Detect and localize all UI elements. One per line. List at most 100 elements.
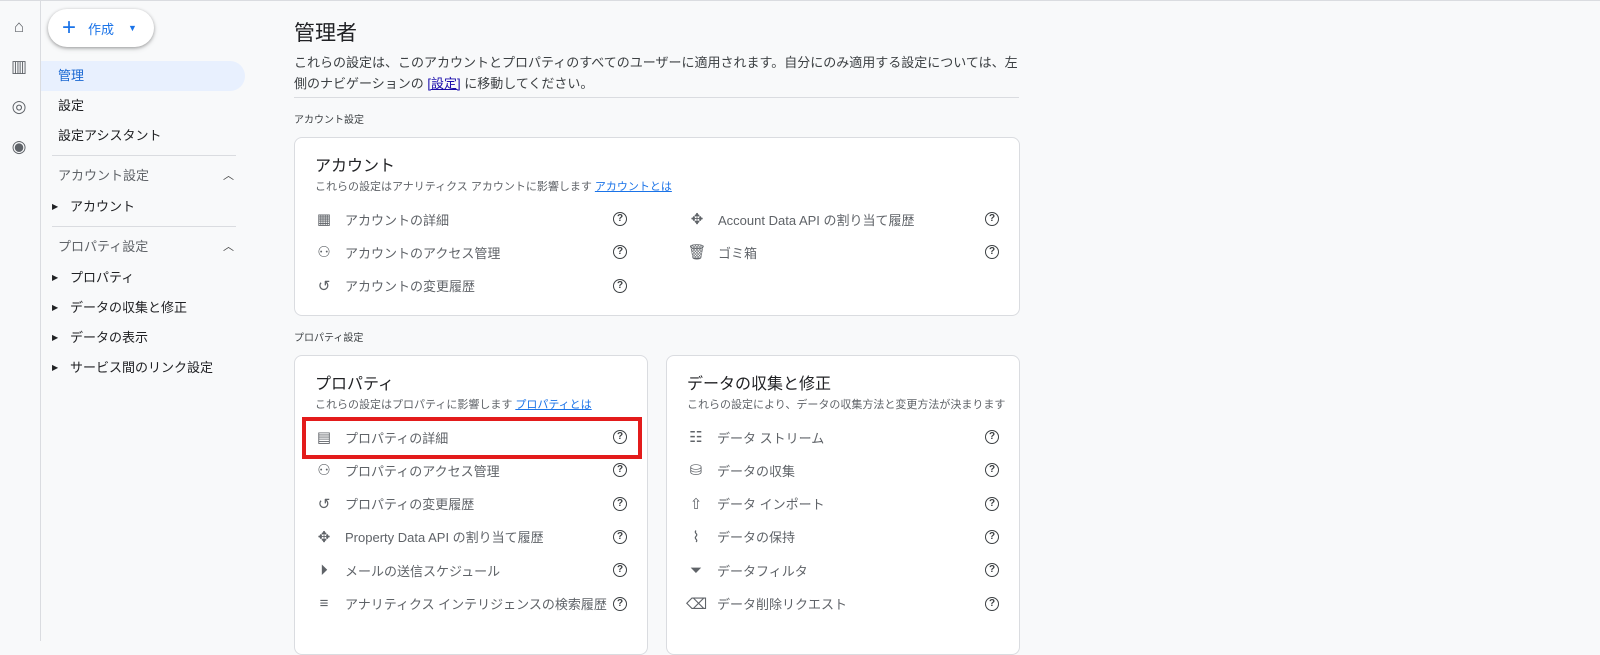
- expand-arrow-icon: ▶: [52, 202, 59, 211]
- api-icon: ✥: [317, 528, 331, 546]
- create-button[interactable]: + 作成 ▼: [48, 9, 154, 47]
- search-history-icon: ≡: [319, 595, 329, 612]
- section-label: アカウント設定: [58, 168, 150, 183]
- settings-row[interactable]: 🗑 ゴミ箱?: [687, 237, 1005, 267]
- nav-item-admin[interactable]: 管理: [41, 61, 245, 91]
- nav-item-property[interactable]: ▶ プロパティ: [41, 263, 260, 293]
- help-icon[interactable]: ?: [613, 596, 627, 611]
- help-icon[interactable]: ?: [985, 529, 999, 544]
- nav-label: データの収集と修正: [70, 300, 188, 315]
- filter-icon: ⏷: [689, 561, 702, 579]
- settings-row[interactable]: ▦ アカウントの詳細?: [314, 204, 633, 234]
- subtitle-text: これらの設定はプロパティに影響します: [315, 399, 513, 411]
- settings-row[interactable]: ≡ アナリティクス インテリジェンスの検索履歴?: [314, 589, 633, 619]
- nav-item-data-display[interactable]: ▶ データの表示: [41, 323, 260, 353]
- row-label: プロパティの変更履歴: [345, 497, 475, 513]
- settings-row[interactable]: ⇧ データ インポート?: [686, 489, 1005, 519]
- settings-row[interactable]: ⌫ データ削除リクエスト?: [686, 589, 1005, 619]
- card-title: データの収集と修正: [687, 376, 832, 393]
- row-label: アカウントの変更履歴: [345, 279, 476, 295]
- row-label: ゴミ箱: [718, 245, 758, 261]
- explore-icon[interactable]: ◎: [9, 97, 29, 117]
- desc-text: に移動してください。: [460, 76, 594, 91]
- help-icon[interactable]: ?: [985, 563, 999, 578]
- settings-row[interactable]: ✥ Account Data API の割り当て履歴?: [687, 204, 1005, 234]
- help-icon[interactable]: ?: [985, 212, 999, 226]
- settings-row[interactable]: ⏵ メールの送信スケジュール?: [314, 555, 633, 585]
- row-label: アカウントの詳細: [345, 212, 450, 228]
- help-icon[interactable]: ?: [613, 245, 627, 260]
- page-title: 管理者: [294, 22, 357, 45]
- expand-arrow-icon: ▶: [52, 363, 59, 372]
- card-subtitle: これらの設定により、データの収集方法と変更方法が決まります: [687, 399, 1006, 411]
- card-subtitle: これらの設定はアナリティクス アカウントに影響します アカウントとは: [315, 178, 672, 194]
- help-icon[interactable]: ?: [613, 212, 627, 226]
- home-icon[interactable]: ⌂: [9, 17, 29, 37]
- settings-row[interactable]: ☷ データ ストリーム?: [686, 422, 1005, 452]
- section-label: プロパティ設定: [58, 239, 149, 254]
- help-icon[interactable]: ?: [613, 463, 627, 478]
- nav-label: プロパティ: [70, 270, 135, 285]
- help-icon[interactable]: ?: [985, 463, 999, 478]
- property-settings-label: プロパティ設定: [294, 333, 364, 344]
- trash-icon: 🗑: [687, 244, 707, 262]
- help-icon[interactable]: ?: [985, 596, 999, 611]
- nav-item-data-collection[interactable]: ▶ データの収集と修正: [41, 293, 260, 323]
- database-icon: ⛁: [689, 462, 703, 480]
- card-title: アカウント: [315, 158, 396, 175]
- row-label: プロパティのアクセス管理: [345, 463, 500, 479]
- settings-row[interactable]: ↺ アカウントの変更履歴?: [314, 271, 633, 301]
- building-icon: ▦: [316, 211, 332, 228]
- advertising-icon[interactable]: ◉: [9, 137, 29, 157]
- admin-nav: 管理 設定 設定アシスタント アカウント設定 ︿ ▶ アカウント プロパティ設定 ︿ …: [41, 61, 260, 383]
- about-account-link[interactable]: アカウントとは: [595, 181, 672, 193]
- subtitle-text: これらの設定はアナリティクス アカウントに影響します: [315, 181, 592, 193]
- help-icon[interactable]: ?: [613, 278, 627, 293]
- row-label: アカウントのアクセス管理: [345, 245, 501, 261]
- upload-icon: ⇧: [689, 495, 703, 513]
- settings-row[interactable]: ⚇ アカウントのアクセス管理?: [314, 237, 633, 267]
- help-icon[interactable]: ?: [613, 529, 627, 544]
- help-icon[interactable]: ?: [985, 245, 999, 260]
- about-property-link[interactable]: プロパティとは: [515, 399, 591, 411]
- settings-row[interactable]: ⛁ データの収集?: [686, 455, 1005, 485]
- reports-icon[interactable]: ▥: [9, 57, 29, 77]
- history-icon: ↺: [317, 277, 331, 295]
- account-card: アカウント これらの設定はアナリティクス アカウントに影響します アカウントとは …: [294, 137, 1020, 316]
- help-icon[interactable]: ?: [985, 430, 999, 444]
- nav-label: データの表示: [70, 330, 149, 345]
- row-label: Property Data API の割り当て履歴: [345, 530, 544, 546]
- settings-row[interactable]: ⏷ データフィルタ?: [686, 555, 1005, 585]
- row-label: データ削除リクエスト: [717, 597, 848, 612]
- row-label: データ ストリーム: [717, 430, 825, 446]
- people-icon: ⚇: [317, 462, 331, 480]
- divider: [52, 226, 236, 227]
- nav-item-product-links[interactable]: ▶ サービス間のリンク設定: [41, 353, 260, 383]
- card-title: プロパティ: [315, 376, 395, 393]
- settings-row[interactable]: ⚇ プロパティのアクセス管理?: [314, 455, 633, 485]
- desc-text: これらの設定は、このアカウントとプロパティのすべてのユーザーに適用されます。自分…: [294, 55, 1018, 91]
- divider: [52, 155, 236, 156]
- caret-down-icon: ▼: [128, 23, 137, 33]
- chevron-up-icon: ︿: [223, 170, 234, 182]
- nav-item-settings[interactable]: 設定: [41, 91, 260, 121]
- nav-item-setup-assistant[interactable]: 設定アシスタント: [41, 121, 260, 151]
- settings-row[interactable]: ↺ プロパティの変更履歴?: [314, 489, 633, 519]
- expand-arrow-icon: ▶: [52, 333, 59, 342]
- create-label: 作成: [88, 21, 115, 37]
- nav-section-account[interactable]: アカウント設定 ︿: [41, 160, 260, 192]
- nav-item-account[interactable]: ▶ アカウント: [41, 192, 260, 222]
- help-icon[interactable]: ?: [613, 563, 627, 578]
- help-icon[interactable]: ?: [985, 496, 999, 511]
- property-card: プロパティ これらの設定はプロパティに影響します プロパティとは ▤ プロパティの詳…: [294, 355, 648, 655]
- history-icon: ↺: [317, 495, 331, 513]
- row-label: メールの送信スケジュール: [345, 563, 501, 579]
- help-icon[interactable]: ?: [613, 496, 627, 511]
- settings-row[interactable]: ⌇ データの保持?: [686, 522, 1005, 552]
- settings-row[interactable]: ✥ Property Data API の割り当て履歴?: [314, 522, 633, 552]
- settings-link[interactable]: [設定]: [427, 76, 460, 91]
- account-settings-label: アカウント設定: [294, 115, 364, 126]
- nav-label: サービス間のリンク設定: [70, 360, 214, 375]
- nav-label: アカウント: [70, 199, 136, 214]
- nav-section-property[interactable]: プロパティ設定 ︿: [41, 231, 260, 263]
